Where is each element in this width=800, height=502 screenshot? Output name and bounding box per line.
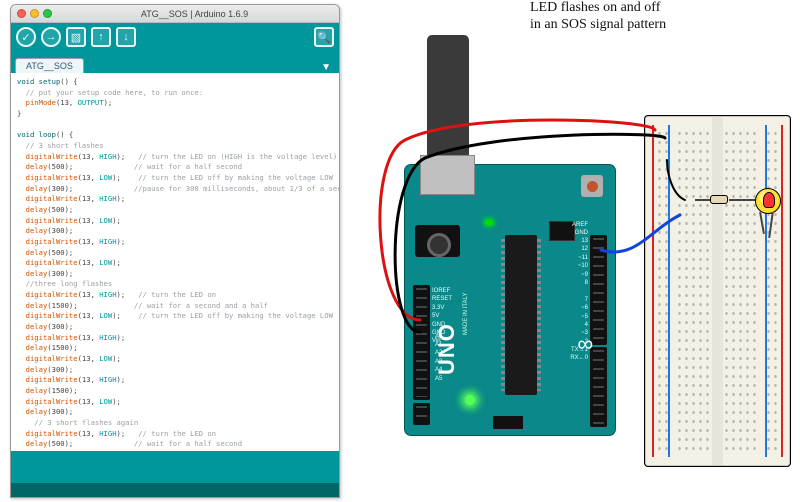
- window-close-icon[interactable]: [17, 9, 26, 18]
- holes-main-left: [676, 129, 712, 453]
- serial-monitor-button[interactable]: 🔍: [314, 27, 334, 47]
- tab-bar: ATG__SOS ▼: [11, 51, 339, 73]
- breadboard-gap: [712, 117, 723, 465]
- led-legs: [758, 212, 774, 238]
- status-bar: [11, 483, 339, 497]
- analog-pin-labels: A0 A1 A2 A3 A4 A5: [435, 333, 442, 383]
- power-header: [413, 285, 430, 400]
- code-editor[interactable]: void setup() { // put your setup code he…: [11, 73, 339, 451]
- aref-labels: AREF GND: [572, 221, 588, 238]
- holes-rail-left: [656, 129, 670, 453]
- console-area: [11, 451, 339, 483]
- save-button[interactable]: ↓: [116, 27, 136, 47]
- sketch-tab[interactable]: ATG__SOS: [15, 58, 84, 73]
- upload-button[interactable]: →: [41, 27, 61, 47]
- window-title: ATG__SOS | Arduino 1.6.9: [56, 9, 333, 19]
- tab-menu-icon[interactable]: ▼: [317, 62, 335, 73]
- wiring-diagram: LED flashes on and off in an SOS signal …: [345, 0, 800, 502]
- reset-button: [581, 175, 603, 197]
- made-in-label: MADE IN ITALY: [463, 293, 469, 335]
- icsp2-header: [493, 416, 523, 429]
- resistor: [695, 197, 745, 203]
- atmega-chip: [505, 235, 537, 395]
- barrel-jack: [415, 225, 460, 257]
- caption-line1: LED flashes on and off: [530, 0, 660, 15]
- digital-pin-labels: 13 12 ~11 ~10 ~9 8 7 ~6 ~5 4 ~3 2 TX→1 R…: [570, 237, 588, 363]
- usb-port: [420, 155, 475, 195]
- power-led-icon: [465, 395, 475, 405]
- digital-header-top: [590, 235, 607, 345]
- usb-cable: [427, 35, 469, 163]
- window-minimize-icon[interactable]: [30, 9, 39, 18]
- rail-plus-left: [652, 125, 654, 457]
- arduino-uno-board: UNO ∞ MADE IN ITALY IOREF RESET 3.3V 5V …: [405, 165, 615, 435]
- rail-plus-right: [781, 125, 783, 457]
- tx-led-icon: [485, 220, 493, 225]
- diagram-caption: LED flashes on and off in an SOS signal …: [530, 0, 666, 34]
- arduino-ide-window: ATG__SOS | Arduino 1.6.9 ✓ → ▧ ↑ ↓ 🔍 ATG…: [10, 4, 340, 498]
- led-icon: [755, 188, 781, 214]
- analog-header-top: [413, 403, 430, 425]
- holes-main-right: [723, 129, 759, 453]
- new-button[interactable]: ▧: [66, 27, 86, 47]
- caption-line2: in an SOS signal pattern: [530, 17, 666, 32]
- holes-rail-right: [765, 129, 779, 453]
- ide-toolbar: ✓ → ▧ ↑ ↓ 🔍: [11, 23, 339, 51]
- verify-button[interactable]: ✓: [16, 27, 36, 47]
- digital-header-bottom: [590, 347, 607, 427]
- breadboard: [645, 116, 790, 466]
- open-button[interactable]: ↑: [91, 27, 111, 47]
- window-zoom-icon[interactable]: [43, 9, 52, 18]
- window-titlebar[interactable]: ATG__SOS | Arduino 1.6.9: [11, 5, 339, 23]
